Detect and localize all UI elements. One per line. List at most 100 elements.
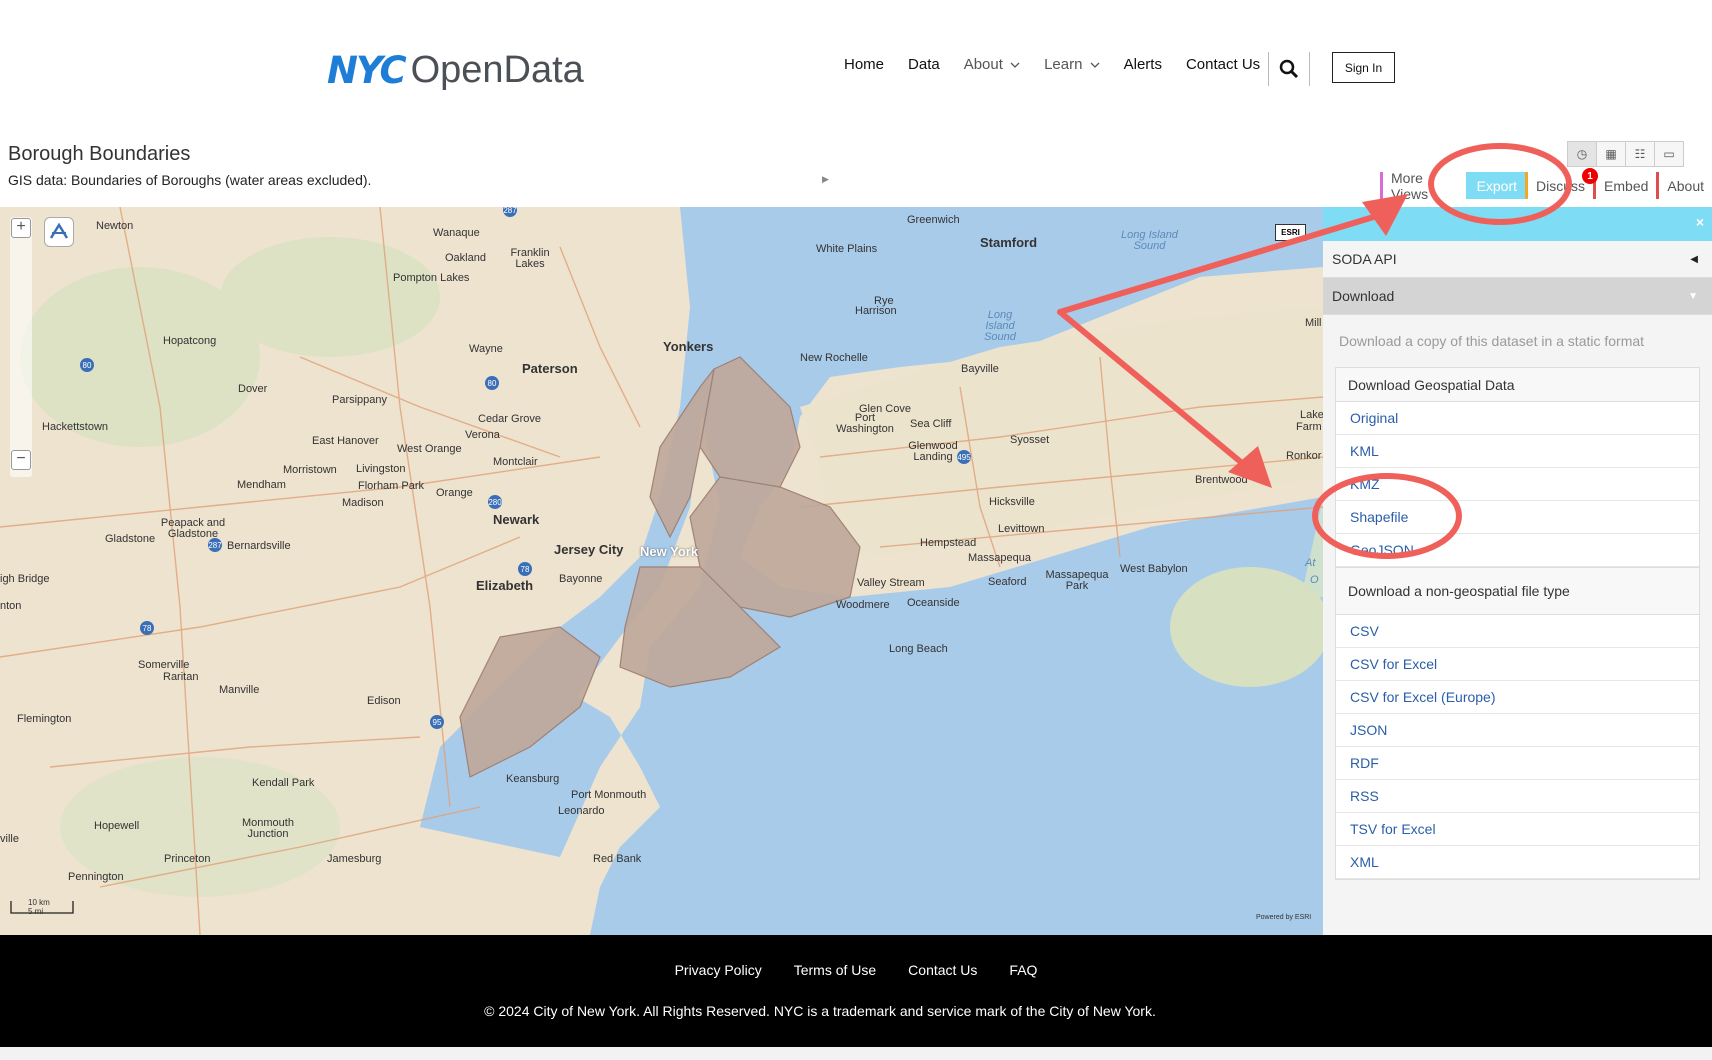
download-json-link[interactable]: JSON: [1336, 714, 1699, 747]
map-label: Port Monmouth: [571, 789, 647, 801]
download-csv-excel-europe-link[interactable]: CSV for Excel (Europe): [1336, 681, 1699, 714]
map-label: West Babylon: [1120, 563, 1188, 575]
chevron-down-icon: [1090, 62, 1100, 68]
clock-icon[interactable]: ◷: [1567, 141, 1597, 167]
zoom-out-button[interactable]: −: [11, 450, 31, 470]
map-label: Edison: [367, 695, 401, 707]
map-label: Pennington: [68, 871, 124, 883]
map-label: Red Bank: [593, 853, 642, 865]
map-label: Mendham: [237, 479, 286, 491]
download-csv-excel-link[interactable]: CSV for Excel: [1336, 648, 1699, 681]
svg-text:95: 95: [433, 718, 442, 727]
nav-learn[interactable]: Learn: [1044, 56, 1100, 73]
map-label: Port Washington: [836, 412, 894, 435]
nav-contact[interactable]: Contact Us: [1186, 56, 1260, 73]
nav-divider: [1268, 52, 1269, 86]
geospatial-header: Download Geospatial Data: [1336, 368, 1699, 402]
download-rss-link[interactable]: RSS: [1336, 780, 1699, 813]
nongeospatial-header: Download a non-geospatial file type: [1336, 567, 1699, 615]
footer-contact-link[interactable]: Contact Us: [908, 962, 977, 978]
map-label: Bayville: [961, 363, 999, 375]
nav-alerts[interactable]: Alerts: [1124, 56, 1162, 73]
tab-about[interactable]: About: [1656, 172, 1712, 199]
tab-embed[interactable]: Embed: [1593, 172, 1657, 199]
map-label: Pompton Lakes: [393, 272, 470, 284]
map-label: Oceanside: [907, 597, 960, 609]
footer-faq-link[interactable]: FAQ: [1009, 962, 1037, 978]
sign-in-button[interactable]: Sign In: [1332, 52, 1395, 83]
download-xml-link[interactable]: XML: [1336, 846, 1699, 879]
map-label: Raritan: [163, 671, 199, 683]
grid-icon[interactable]: ▦: [1596, 141, 1626, 167]
caret-down-icon: ▼: [1688, 290, 1698, 302]
download-description: Download a copy of this dataset in a sta…: [1339, 333, 1645, 349]
map-label: Mill: [1305, 317, 1322, 329]
map-label: Stamford: [980, 235, 1038, 250]
map-label: Orange: [436, 487, 473, 499]
footer-links: Privacy Policy Terms of Use Contact Us F…: [0, 962, 1712, 978]
caret-left-icon: ◀: [1690, 253, 1698, 265]
svg-text:78: 78: [521, 565, 530, 574]
expand-description-icon[interactable]: ▶: [822, 174, 829, 185]
map-scale: 10 km 5 mi: [10, 898, 74, 917]
map-label: Montclair: [493, 456, 538, 468]
view-switcher: ◷ ▦ ☷ ▭: [1567, 141, 1684, 167]
zoom-in-button[interactable]: +: [11, 218, 31, 238]
download-kml-link[interactable]: KML: [1336, 435, 1699, 468]
logo-nyc-text: NYC: [327, 48, 407, 92]
map-label: Morristown: [283, 464, 337, 476]
search-icon[interactable]: [1278, 58, 1300, 80]
download-original-link[interactable]: Original: [1336, 402, 1699, 435]
map-label: Wanaque: [433, 227, 480, 239]
locate-icon[interactable]: [44, 217, 74, 247]
soda-api-section[interactable]: SODA API ◀: [1323, 241, 1712, 278]
map-label: East Hanover: [312, 435, 379, 447]
page-icon[interactable]: ▭: [1654, 141, 1684, 167]
download-tsv-excel-link[interactable]: TSV for Excel: [1336, 813, 1699, 846]
esri-logo: ESRI: [1275, 224, 1306, 241]
nav-divider: [1309, 52, 1310, 86]
download-list: Download Geospatial Data Original KML KM…: [1335, 367, 1700, 880]
download-shapefile-link[interactable]: Shapefile: [1336, 501, 1699, 534]
tab-more-views[interactable]: More Views: [1380, 170, 1466, 202]
map-label: White Plains: [816, 243, 878, 255]
map-label: Keansburg: [506, 773, 560, 785]
download-section[interactable]: Download ▼: [1323, 278, 1712, 315]
map-label: Lake: [1300, 409, 1323, 421]
download-kmz-link[interactable]: KMZ: [1336, 468, 1699, 501]
main-nav: Home Data About Learn Alerts Contact Us: [844, 56, 1284, 73]
download-geojson-link[interactable]: GeoJSON: [1336, 534, 1699, 567]
footer-privacy-link[interactable]: Privacy Policy: [675, 962, 762, 978]
download-rdf-link[interactable]: RDF: [1336, 747, 1699, 780]
zoom-slider[interactable]: [10, 217, 32, 477]
close-icon[interactable]: ×: [1696, 214, 1704, 230]
map-label: Verona: [465, 429, 500, 441]
download-csv-link[interactable]: CSV: [1336, 615, 1699, 648]
map-label: Hempstead: [920, 537, 977, 549]
list-icon[interactable]: ☷: [1625, 141, 1655, 167]
tab-export[interactable]: Export: [1465, 172, 1526, 199]
map-label: Paterson: [522, 361, 578, 376]
discuss-count-badge: 1: [1582, 168, 1598, 184]
nav-data[interactable]: Data: [908, 56, 940, 73]
map-label: New York: [640, 544, 699, 559]
footer-terms-link[interactable]: Terms of Use: [794, 962, 876, 978]
map-label: Long Island Sound: [984, 309, 1016, 343]
svg-text:78: 78: [143, 624, 152, 633]
download-label: Download: [1332, 288, 1395, 304]
map-label: Livingston: [356, 463, 406, 475]
map-label: New Rochelle: [800, 352, 868, 364]
nav-home[interactable]: Home: [844, 56, 884, 73]
map-view[interactable]: 80 80 280 78 78 287 95 495 287 + − ESRI …: [0, 207, 1323, 935]
chevron-down-icon: [1010, 62, 1020, 68]
logo-opendata-text: OpenData: [410, 48, 584, 91]
map-label: West Orange: [397, 443, 462, 455]
nyc-opendata-logo[interactable]: NYC OpenData: [327, 46, 584, 94]
map-label: Harrison: [855, 305, 897, 317]
map-label: Parsippany: [332, 394, 388, 406]
map-label: Bayonne: [559, 573, 603, 585]
nav-about[interactable]: About: [964, 56, 1020, 73]
svg-text:280: 280: [488, 498, 502, 507]
map-label: ville: [0, 833, 19, 845]
map-label: Syosset: [1010, 434, 1050, 446]
